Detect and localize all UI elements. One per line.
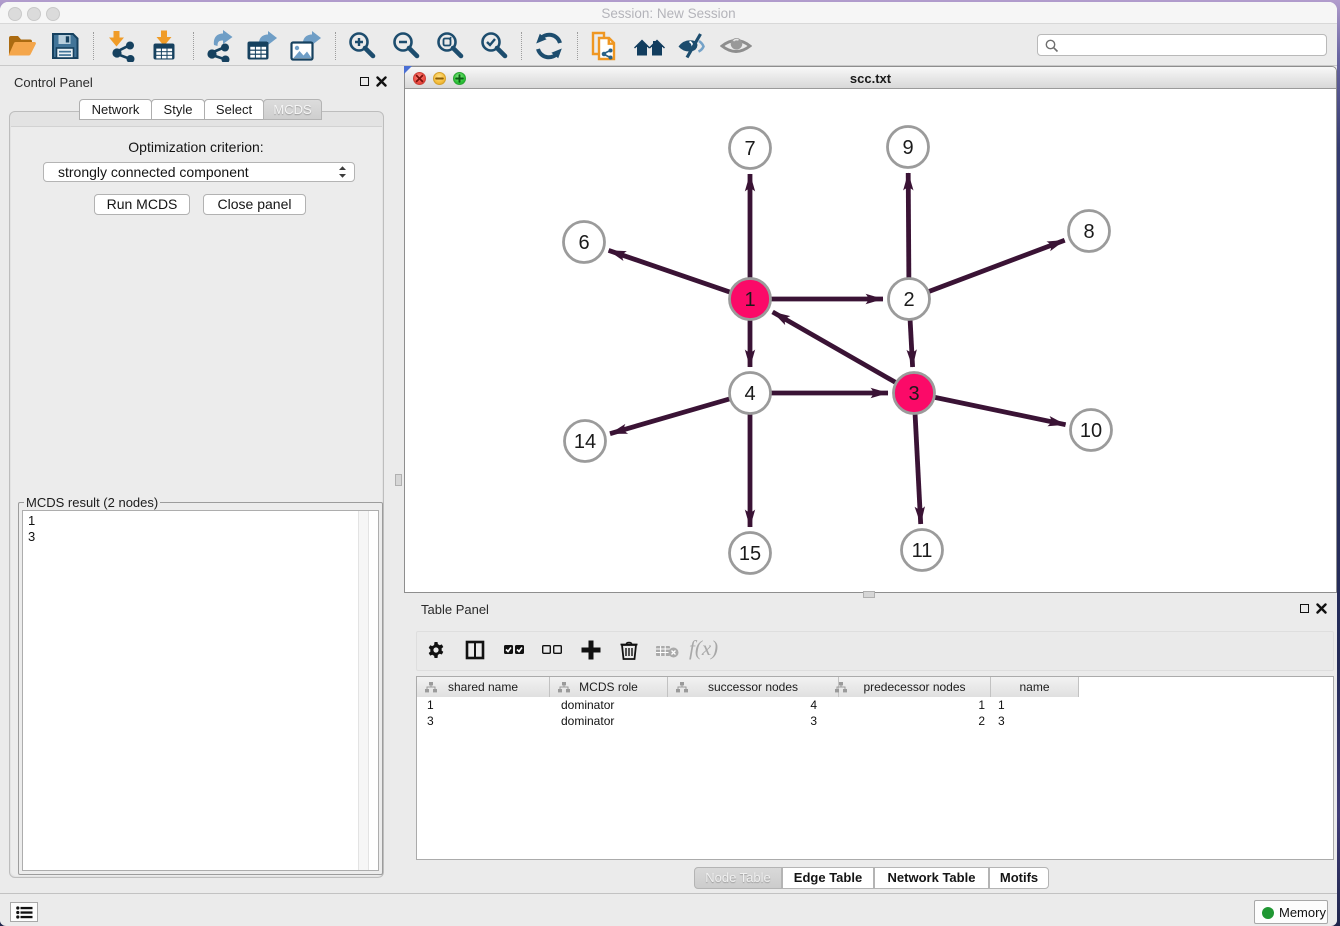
svg-text:9: 9	[902, 137, 913, 159]
svg-text:3: 3	[908, 383, 919, 405]
svg-text:15: 15	[739, 543, 761, 565]
svg-text:6: 6	[578, 232, 589, 254]
svg-text:8: 8	[1083, 221, 1094, 243]
svg-text:2: 2	[903, 289, 914, 311]
svg-text:1: 1	[744, 289, 755, 311]
svg-text:10: 10	[1080, 420, 1102, 442]
svg-text:7: 7	[744, 138, 755, 160]
svg-text:11: 11	[912, 540, 933, 562]
svg-text:14: 14	[574, 431, 596, 453]
svg-text:4: 4	[744, 383, 755, 405]
